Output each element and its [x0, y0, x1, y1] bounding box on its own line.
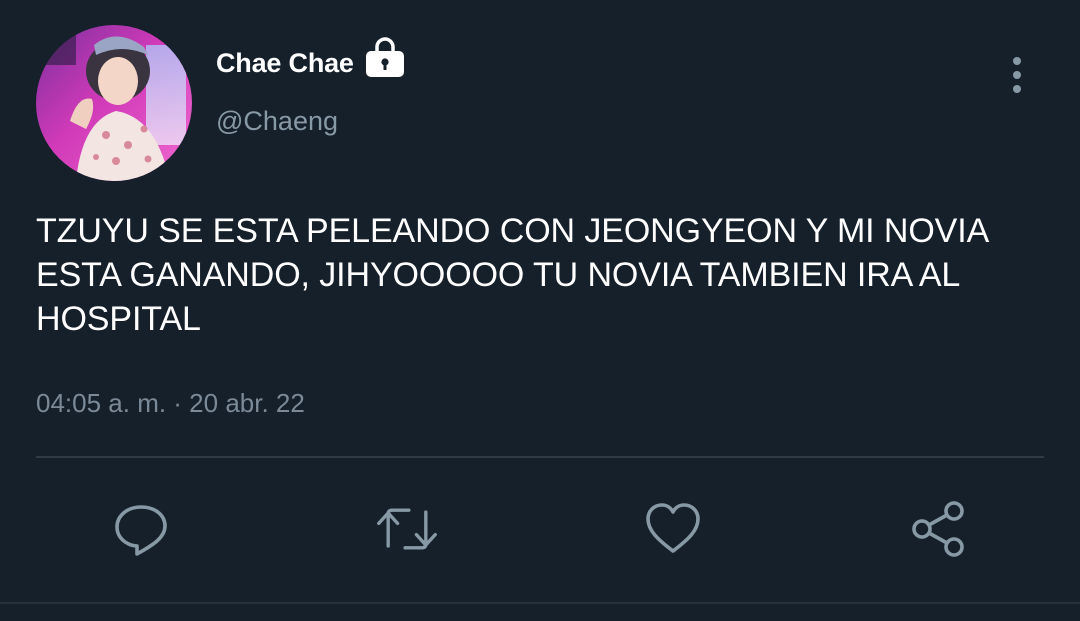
profile-photo [36, 25, 192, 181]
reply-icon [115, 505, 167, 556]
share-button[interactable] [907, 497, 971, 561]
author-handle[interactable]: @Chaeng [216, 106, 338, 137]
more-options-icon[interactable] [1000, 50, 1034, 100]
lock-icon [364, 35, 406, 77]
retweet-icon [377, 508, 437, 550]
author-display-name[interactable]: Chae Chae [216, 48, 354, 79]
reply-button[interactable] [109, 497, 173, 561]
bottom-divider [0, 602, 1080, 604]
share-icon [912, 501, 964, 557]
tweet-text: TZUYU SE ESTA PELEANDO CON JEONGYEON Y M… [36, 212, 990, 338]
avatar[interactable] [36, 25, 192, 181]
tweet-detail: Chae Chae @Chaeng TZUYU SE ESTA PELEANDO… [0, 0, 1080, 621]
divider [36, 456, 1044, 458]
like-button[interactable] [641, 497, 705, 561]
author-name-row: Chae Chae [216, 35, 406, 88]
retweet-button[interactable] [375, 497, 439, 561]
tweet-timestamp[interactable]: 04:05 a. m. · 20 abr. 22 [36, 388, 305, 419]
like-icon [646, 503, 700, 553]
